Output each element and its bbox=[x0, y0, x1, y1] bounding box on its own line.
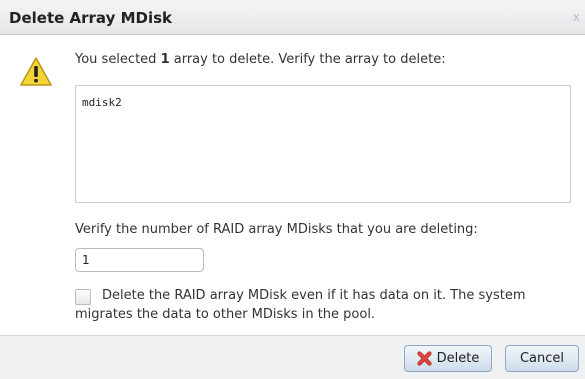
message-suffix: array to delete. Verify the array to del… bbox=[169, 52, 446, 67]
force-delete-checkbox[interactable] bbox=[75, 289, 91, 305]
force-delete-label-line1: Delete the RAID array MDisk even if it h… bbox=[102, 288, 526, 303]
dialog-title: Delete Array MDisk bbox=[9, 9, 172, 27]
selection-message: You selected 1 array to delete. Verify t… bbox=[75, 52, 446, 67]
red-x-icon bbox=[417, 351, 432, 366]
force-delete-label-line2: migrates the data to other MDisks in the… bbox=[75, 307, 376, 322]
delete-button-label: Delete bbox=[436, 351, 480, 366]
message-prefix: You selected bbox=[75, 52, 161, 67]
list-item[interactable]: mdisk2 bbox=[82, 96, 122, 109]
cancel-button[interactable]: Cancel bbox=[505, 345, 579, 372]
verify-count-label: Verify the number of RAID array MDisks t… bbox=[75, 222, 478, 237]
delete-button[interactable]: Delete bbox=[404, 345, 492, 372]
selected-count: 1 bbox=[160, 52, 170, 67]
dialog-footer: Delete Cancel bbox=[0, 335, 585, 379]
cancel-button-label: Cancel bbox=[519, 351, 565, 366]
array-list[interactable]: mdisk2 bbox=[75, 85, 571, 203]
mdisk-count-input[interactable] bbox=[75, 248, 204, 272]
warning-triangle-icon bbox=[20, 57, 52, 86]
close-icon[interactable]: x bbox=[573, 10, 580, 24]
delete-array-mdisk-dialog: Delete Array MDisk x You selected 1 arra… bbox=[0, 0, 585, 379]
dialog-title-bar[interactable]: Delete Array MDisk x bbox=[0, 0, 585, 35]
